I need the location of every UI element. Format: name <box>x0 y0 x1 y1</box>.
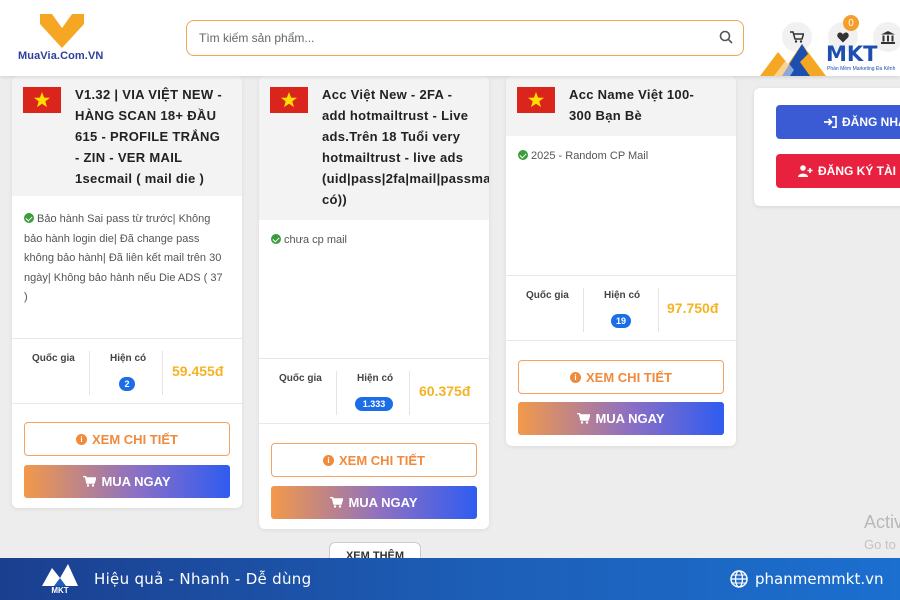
info-icon: i <box>570 371 582 383</box>
divider <box>89 351 90 395</box>
footer-website[interactable]: phanmemmkt.vn <box>755 570 884 588</box>
product-card: V1.32 | VIA VIỆT NEW - HÀNG SCAN 18+ ĐẦU… <box>12 76 242 508</box>
stock-label: Hiện có <box>604 290 641 301</box>
product-price: 59.455đ <box>172 363 224 379</box>
country-label: Quốc gia <box>526 290 569 301</box>
site-logo[interactable]: MuaVia.Com.VN <box>18 10 108 68</box>
footer-banner: MKT Hiệu quả - Nhanh - Dễ dùng phanmemmk… <box>0 558 900 600</box>
mkt-brand-name: MKT <box>826 42 878 66</box>
globe-icon <box>730 570 748 588</box>
product-price: 97.750đ <box>667 300 719 316</box>
search-icon[interactable] <box>719 30 733 44</box>
product-title[interactable]: Acc Việt New - 2FA - add hotmailtrust - … <box>322 84 489 210</box>
login-button[interactable]: ĐĂNG NHẬP <box>776 105 900 139</box>
info-icon: i <box>323 454 335 466</box>
view-detail-button[interactable]: i XEM CHI TIẾT <box>271 443 477 477</box>
buy-now-button[interactable]: MUA NGAY <box>24 465 230 498</box>
stock-count-badge: 2 <box>119 377 135 391</box>
search-input[interactable] <box>199 29 699 47</box>
check-icon <box>271 234 281 244</box>
cart-icon <box>577 413 591 424</box>
country-label: Quốc gia <box>32 353 75 364</box>
view-detail-button[interactable]: i XEM CHI TIẾT <box>518 360 724 394</box>
logo-text: MuaVia.Com.VN <box>18 50 104 62</box>
divider <box>336 371 337 415</box>
cart-icon <box>330 497 344 508</box>
auth-panel: ĐĂNG NHẬP ĐĂNG KÝ TÀI K <box>754 88 900 206</box>
buy-now-button[interactable]: MUA NGAY <box>518 402 724 435</box>
search-box[interactable] <box>186 20 744 56</box>
product-description: chưa cp mail <box>271 231 487 251</box>
product-stats: Quốc gia Hiện có 1.333 60.375đ <box>259 358 489 424</box>
mkt-mountain-icon <box>760 44 826 76</box>
divider <box>658 288 659 332</box>
footer-logo-text: MKT <box>51 586 69 595</box>
heart-icon <box>837 32 849 42</box>
stock-label: Hiện có <box>357 373 394 384</box>
product-card: Acc Việt New - 2FA - add hotmailtrust - … <box>259 76 489 529</box>
register-button[interactable]: ĐĂNG KÝ TÀI K <box>776 154 900 188</box>
wishlist-count-badge: 0 <box>843 15 859 31</box>
product-title[interactable]: V1.32 | VIA VIỆT NEW - HÀNG SCAN 18+ ĐẦU… <box>75 84 235 189</box>
logo-heart-icon <box>40 14 84 48</box>
buy-now-button[interactable]: MUA NGAY <box>271 486 477 519</box>
vietnam-flag-icon <box>23 87 61 113</box>
user-plus-icon <box>798 165 813 177</box>
check-icon <box>518 150 528 160</box>
stock-count-badge: 1.333 <box>355 397 393 411</box>
vietnam-flag-icon <box>270 87 308 113</box>
info-icon: i <box>76 433 88 445</box>
divider <box>583 288 584 332</box>
stock-label: Hiện có <box>110 353 147 364</box>
product-description: 2025 - Random CP Mail <box>518 147 734 167</box>
divider <box>409 371 410 415</box>
check-icon <box>24 213 34 223</box>
product-description: Bảo hành Sai pass từ trước| Không bảo hà… <box>24 213 223 303</box>
product-stats: Quốc gia Hiện có 19 97.750đ <box>506 275 736 341</box>
sign-in-icon <box>824 116 837 128</box>
vietnam-flag-icon <box>517 87 555 113</box>
cart-icon <box>83 476 97 487</box>
stock-count-badge: 19 <box>611 314 631 328</box>
mkt-footer-logo-icon <box>42 564 78 586</box>
product-stats: Quốc gia Hiện có 2 59.455đ <box>12 338 242 404</box>
activation-watermark-title: Activ <box>864 512 900 532</box>
footer-slogan: Hiệu quả - Nhanh - Dễ dùng <box>94 570 312 588</box>
product-title[interactable]: Acc Name Việt 100- 300 Bạn Bè <box>569 84 729 126</box>
country-label: Quốc gia <box>279 373 322 384</box>
mkt-brand-logo: MKT Phần Mềm Marketing Đa Kênh <box>760 42 900 78</box>
product-price: 60.375đ <box>419 383 471 399</box>
activation-watermark-subtitle: Go to <box>864 537 896 552</box>
mkt-brand-tagline: Phần Mềm Marketing Đa Kênh <box>827 66 896 72</box>
view-detail-button[interactable]: i XEM CHI TIẾT <box>24 422 230 456</box>
divider <box>162 351 163 395</box>
product-card: Acc Name Việt 100- 300 Bạn Bè 2025 - Ran… <box>506 76 736 446</box>
